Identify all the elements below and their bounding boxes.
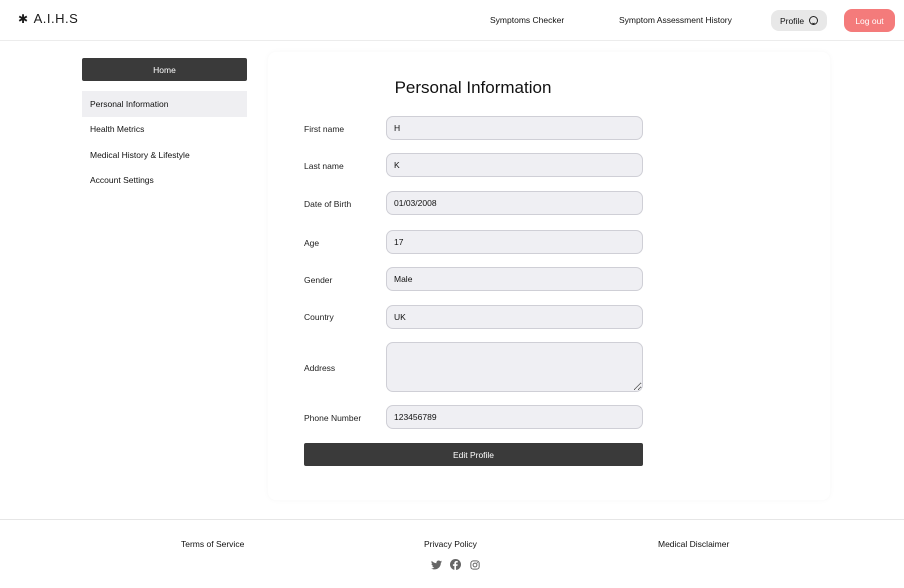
page-title: Personal Information xyxy=(394,78,552,97)
app-logo[interactable]: ✱ A.I.H.S xyxy=(18,11,78,26)
footer-medical-disclaimer-link[interactable]: Medical Disclaimer xyxy=(658,539,729,549)
edit-profile-button[interactable]: Edit Profile xyxy=(304,443,643,466)
asterisk-logo-icon: ✱ xyxy=(18,11,29,26)
footer-terms-of-service-link[interactable]: Terms of Service xyxy=(181,539,244,549)
address-label: Address xyxy=(304,363,336,373)
address-field[interactable] xyxy=(386,342,643,392)
facebook-icon[interactable] xyxy=(450,559,461,570)
sidebar-item-personal-information[interactable]: Personal Information xyxy=(82,91,247,117)
phone-number-field[interactable] xyxy=(386,405,643,429)
smiley-user-icon xyxy=(809,16,819,25)
age-label: Age xyxy=(304,238,320,248)
twitter-icon[interactable] xyxy=(431,559,442,570)
sidebar-item-health-metrics[interactable]: Health Metrics xyxy=(82,117,247,143)
nav-symptoms-checker[interactable]: Symptoms Checker xyxy=(490,15,564,25)
phone-number-label: Phone Number xyxy=(304,413,362,423)
sidebar: Home Personal Information Health Metrics… xyxy=(82,58,247,193)
last-name-field[interactable] xyxy=(386,153,643,177)
country-label: Country xyxy=(304,312,334,322)
date-of-birth-label: Date of Birth xyxy=(304,199,352,209)
first-name-label: First name xyxy=(304,124,345,134)
top-navbar: ✱ A.I.H.S Symptoms Checker Symptom Asses… xyxy=(0,0,904,41)
profile-label: Profile xyxy=(779,15,805,26)
sidebar-menu: Personal Information Health Metrics Medi… xyxy=(82,91,247,193)
gender-field[interactable] xyxy=(386,267,643,291)
first-name-field[interactable] xyxy=(386,116,643,140)
date-of-birth-field[interactable] xyxy=(386,191,643,215)
sidebar-item-account-settings[interactable]: Account Settings xyxy=(82,168,247,194)
footer: Terms of Service Privacy Policy Medical … xyxy=(0,519,904,588)
personal-information-card: Personal Information First name Last nam… xyxy=(268,52,830,500)
home-button[interactable]: Home xyxy=(82,58,247,81)
gender-label: Gender xyxy=(304,275,333,285)
logout-button[interactable]: Log out xyxy=(844,9,895,32)
profile-button[interactable]: Profile xyxy=(771,10,827,31)
instagram-icon[interactable] xyxy=(469,559,480,570)
sidebar-item-medical-history-lifestyle[interactable]: Medical History & Lifestyle xyxy=(82,142,247,168)
age-field[interactable] xyxy=(386,230,643,254)
nav-symptom-assessment-history[interactable]: Symptom Assessment History xyxy=(619,15,732,25)
country-field[interactable] xyxy=(386,305,643,329)
logo-text: A.I.H.S xyxy=(33,11,79,26)
footer-privacy-policy-link[interactable]: Privacy Policy xyxy=(424,539,477,549)
social-links xyxy=(431,559,480,570)
last-name-label: Last name xyxy=(304,161,344,171)
